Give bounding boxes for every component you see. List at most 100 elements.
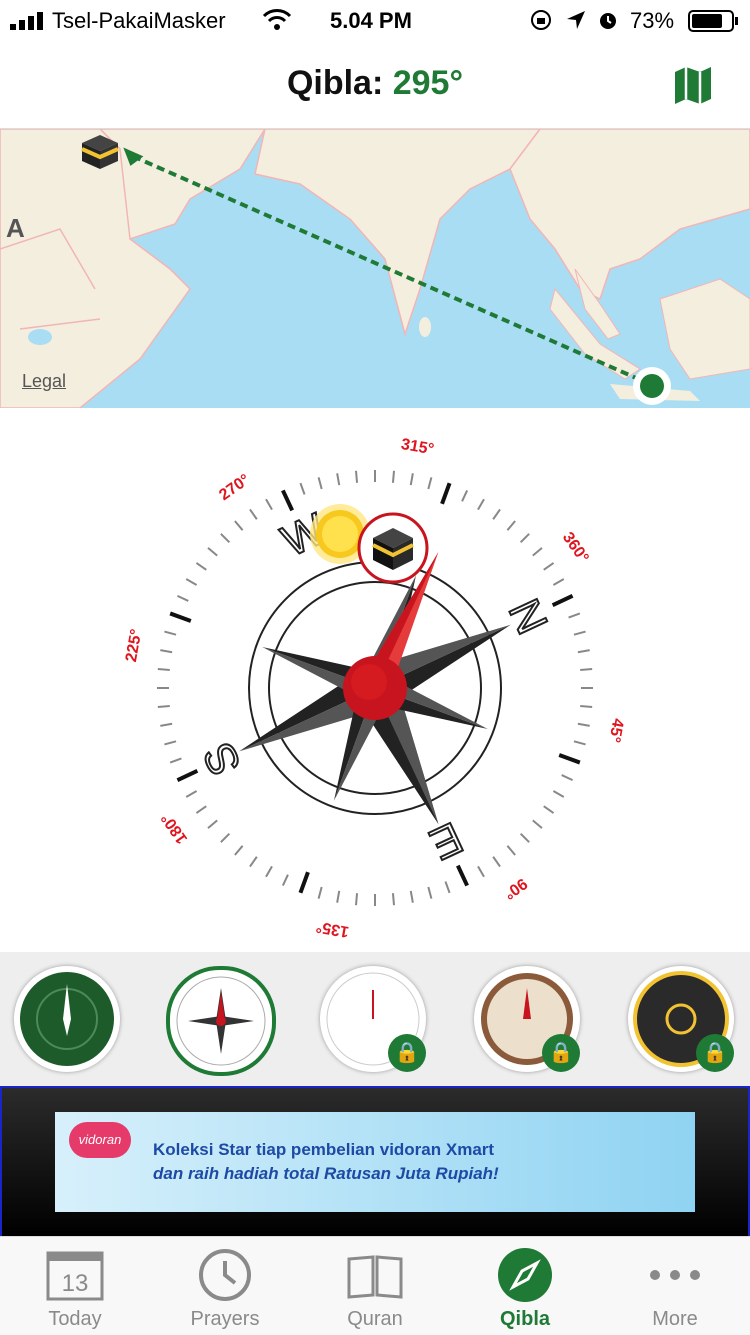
compass-tick bbox=[580, 668, 593, 672]
compass-tick bbox=[169, 757, 182, 764]
compass-tick bbox=[573, 740, 586, 746]
compass-tick bbox=[160, 722, 173, 727]
compass-dial: 270°315°360°45°90°135°180°225° NESW bbox=[123, 436, 626, 940]
tab-label: Quran bbox=[347, 1308, 403, 1330]
ad-banner[interactable]: vidoran Koleksi Star tiap pembelian vido… bbox=[55, 1112, 695, 1212]
header: Qibla: 295° bbox=[0, 40, 750, 129]
compass-tick bbox=[317, 477, 323, 490]
map-region-label: A bbox=[6, 213, 25, 243]
tab-label: More bbox=[652, 1308, 698, 1330]
compass-tick bbox=[543, 562, 555, 571]
compass-tick bbox=[169, 611, 192, 623]
compass-tick bbox=[281, 489, 294, 512]
degree-label: 135° bbox=[315, 918, 351, 940]
degree-label: 90° bbox=[500, 874, 530, 902]
compass-tick bbox=[506, 845, 516, 856]
wifi-icon bbox=[262, 9, 292, 30]
style-dark-gold-button[interactable]: 🔒 bbox=[628, 966, 734, 1072]
signal-icon bbox=[10, 12, 43, 30]
ad-brand-logo: vidoran bbox=[69, 1122, 131, 1158]
style-minimal-button[interactable]: 🔒 bbox=[320, 966, 426, 1072]
ad-subline: dan raih hadiah total Ratusan Juta Rupia… bbox=[153, 1164, 499, 1183]
compass-tick bbox=[336, 890, 341, 903]
compass-tick bbox=[568, 612, 581, 619]
qibla-bearing: 295° bbox=[392, 64, 464, 102]
page-title: Qibla: 295° bbox=[0, 64, 750, 103]
tab-label: Today bbox=[48, 1308, 102, 1330]
lock-icon: 🔒 bbox=[696, 1034, 734, 1072]
tab-label: Prayers bbox=[190, 1308, 260, 1330]
compass-area: 270° 315° 360° 45° 90° 135° 180° 225° NESW bbox=[0, 408, 750, 952]
compass-tick bbox=[409, 473, 414, 486]
degree-label: 180° bbox=[158, 810, 191, 847]
compass-tick bbox=[391, 470, 395, 483]
battery-percent: 73% bbox=[630, 8, 675, 33]
compass-tick bbox=[299, 482, 306, 495]
compass-tick bbox=[177, 594, 189, 602]
carrier-name: Tsel-PakaiMasker bbox=[52, 8, 226, 33]
compass-tick bbox=[234, 520, 244, 531]
compass-tick bbox=[355, 893, 359, 906]
map-legal-link[interactable]: Legal bbox=[22, 371, 66, 392]
alarm-icon bbox=[600, 13, 616, 29]
tab-prayers[interactable]: Prayers bbox=[150, 1237, 300, 1335]
calendar-date: 13 bbox=[62, 1270, 89, 1297]
location-arrow-icon bbox=[567, 11, 585, 29]
compass-tick bbox=[157, 668, 170, 672]
orientation-lock-icon bbox=[531, 10, 551, 30]
compass-tick bbox=[519, 832, 530, 843]
degree-label: 270° bbox=[216, 471, 253, 504]
compass-style-picker: 🔒 🔒 🔒 bbox=[0, 952, 750, 1086]
tab-label: Qibla bbox=[499, 1308, 550, 1330]
compass-tick bbox=[519, 533, 530, 544]
compass-tick bbox=[157, 704, 170, 708]
title-prefix: Qibla: bbox=[286, 64, 384, 102]
compass-tick bbox=[456, 864, 469, 887]
tab-bar: 13 Today Prayers Quran Qibla More bbox=[0, 1236, 750, 1335]
clock-icon bbox=[199, 1249, 251, 1301]
compass-tick bbox=[249, 508, 258, 520]
tab-quran[interactable]: Quran bbox=[300, 1237, 450, 1335]
compass-tick bbox=[427, 477, 433, 490]
compass-tick bbox=[580, 704, 593, 708]
status-bar: Tsel-PakaiMasker 5.04 PM 73% bbox=[0, 0, 750, 40]
style-classic-button[interactable] bbox=[166, 966, 276, 1076]
status-time: 5.04 PM bbox=[330, 8, 412, 33]
qibla-map[interactable]: A Legal bbox=[0, 129, 750, 408]
compass-tick bbox=[552, 578, 565, 586]
compass-tick bbox=[551, 594, 574, 607]
cardinal-n: N bbox=[499, 592, 557, 642]
compass-tick bbox=[477, 498, 485, 511]
battery-icon bbox=[688, 10, 738, 32]
compass-tick bbox=[160, 649, 173, 654]
compass-tick bbox=[477, 865, 485, 878]
map-view-icon[interactable] bbox=[672, 64, 714, 106]
compass-tick bbox=[440, 482, 452, 505]
tab-qibla[interactable]: Qibla bbox=[450, 1237, 600, 1335]
tab-more[interactable]: More bbox=[600, 1237, 750, 1335]
compass-tick bbox=[492, 508, 501, 520]
ad-headline: Koleksi Star tiap pembelian vidoran Xmar… bbox=[153, 1140, 495, 1159]
ad-container: vidoran Koleksi Star tiap pembelian vido… bbox=[0, 1086, 750, 1238]
compass-tick bbox=[317, 886, 323, 899]
cardinal-e: E bbox=[423, 812, 470, 869]
style-wood-button[interactable]: 🔒 bbox=[474, 966, 580, 1072]
compass-tick bbox=[207, 819, 218, 829]
compass-tick bbox=[164, 740, 177, 746]
compass-tick bbox=[573, 630, 586, 636]
compass-tick bbox=[249, 856, 258, 868]
book-icon bbox=[347, 1255, 403, 1299]
more-dots-icon bbox=[650, 1270, 700, 1280]
compass-tick bbox=[207, 547, 218, 557]
compass-tick bbox=[220, 832, 231, 843]
compass-icon bbox=[498, 1248, 552, 1302]
calendar-icon: 13 bbox=[46, 1251, 104, 1301]
compass-tick bbox=[506, 520, 516, 531]
degree-label: 225° bbox=[123, 628, 145, 664]
compass-tick bbox=[577, 722, 590, 727]
compass-tick bbox=[552, 790, 565, 798]
compass-tick bbox=[444, 881, 451, 894]
style-green-button[interactable] bbox=[14, 966, 120, 1072]
compass-tick bbox=[558, 753, 581, 765]
tab-today[interactable]: 13 Today bbox=[0, 1237, 150, 1335]
